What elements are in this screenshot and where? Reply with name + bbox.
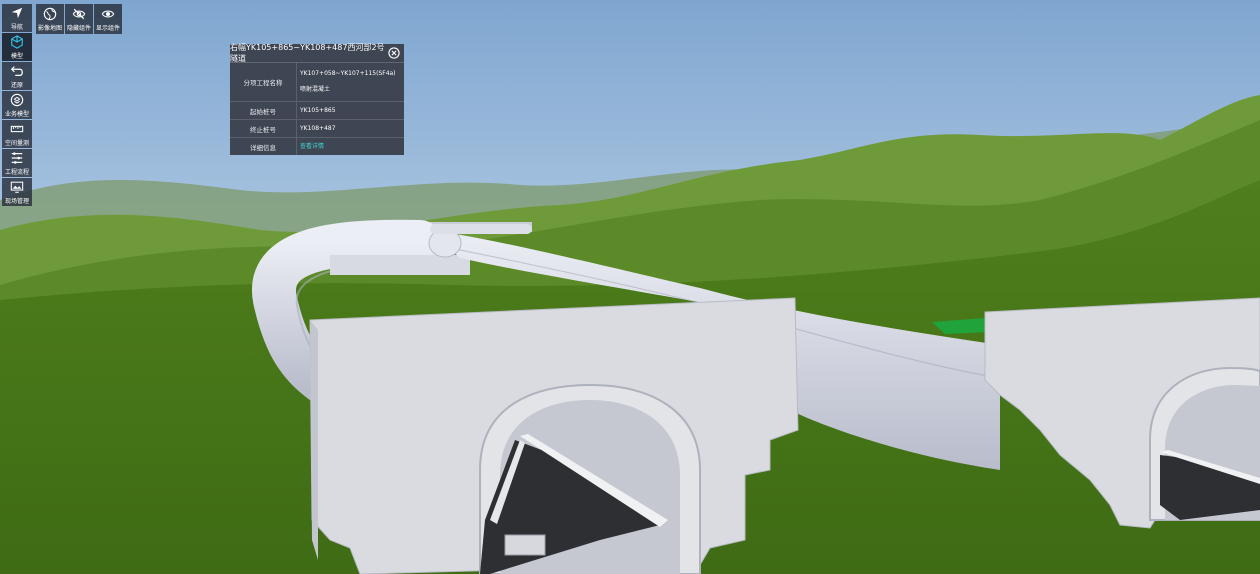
globe-icon <box>43 7 57 20</box>
toolbar-item-site[interactable]: 现场管理 <box>2 178 32 206</box>
info-row-label: 起始桩号 <box>230 102 297 119</box>
toolbar-item-label: 工程流程 <box>4 168 29 176</box>
eye-icon <box>101 10 115 17</box>
info-row-details: 详细信息 查看详情 <box>230 138 404 155</box>
toolbar-item-process[interactable]: 工程流程 <box>2 149 32 177</box>
toolbar-item-label: 模型 <box>10 52 23 60</box>
layers-icon <box>10 93 24 106</box>
info-panel-header: 右幅YK105+865~YK108+487西河部2号隧道 <box>230 43 404 63</box>
info-row-value: YK105+865 <box>300 107 336 114</box>
close-icon[interactable] <box>388 47 400 59</box>
info-row-value: YK108+487 <box>300 125 336 132</box>
toolbar-item-navigation[interactable]: 导航 <box>2 4 32 32</box>
info-panel: 右幅YK105+865~YK108+487西河部2号隧道 分项工程名称 YK10… <box>230 43 404 155</box>
ruler-icon <box>10 125 24 132</box>
rail-block-left <box>504 534 546 556</box>
toolbar-item-label: 显示组件 <box>95 24 120 32</box>
toolbar-item-business-model[interactable]: 业务模型 <box>2 91 32 119</box>
toolbar-item-measure[interactable]: 空间量测 <box>2 120 32 148</box>
info-row-label: 分项工程名称 <box>230 63 297 101</box>
info-row-label: 详细信息 <box>230 138 297 155</box>
toolbar-item-label: 空间量测 <box>4 139 29 147</box>
toolbar-item-imagery-map[interactable]: 影像地图 <box>36 4 64 34</box>
process-list-icon <box>11 151 23 164</box>
info-row-label: 终止桩号 <box>230 120 297 137</box>
toolbar-item-restore[interactable]: 还原 <box>2 62 32 90</box>
toolbar-item-hide-components[interactable]: 隐藏组件 <box>65 4 93 34</box>
view-details-link[interactable]: 查看详情 <box>300 143 324 150</box>
toolbar-item-label: 影像地图 <box>37 24 62 32</box>
top-toolbar: 影像地图 隐藏组件 显示组件 <box>36 4 122 34</box>
eye-off-icon <box>72 8 86 19</box>
toolbar-item-show-components[interactable]: 显示组件 <box>94 4 122 34</box>
left-toolbar: 导航 模型 还原 业务模型 空间量测 工程流程 现场管理 <box>2 4 32 206</box>
info-row-start-station: 起始桩号 YK105+865 <box>230 102 404 120</box>
info-row-end-station: 终止桩号 YK108+487 <box>230 120 404 138</box>
3d-viewport[interactable] <box>0 0 1260 574</box>
toolbar-item-label: 现场管理 <box>4 197 29 205</box>
info-row-subproject: 分项工程名称 YK107+058~YK107+115(SF4a)喷射混凝土 <box>230 63 404 102</box>
info-row-value: YK107+058~YK107+115(SF4a)喷射混凝土 <box>300 70 396 93</box>
info-panel-title: 右幅YK105+865~YK108+487西河部2号隧道 <box>230 43 385 63</box>
toolbar-item-label: 还原 <box>10 81 23 89</box>
toolbar-item-label: 业务模型 <box>4 110 29 118</box>
navigation-arrow-icon <box>11 7 23 18</box>
toolbar-item-label: 导航 <box>10 23 23 31</box>
cube-icon <box>11 34 23 49</box>
undo-icon <box>10 65 23 76</box>
toolbar-item-model[interactable]: 模型 <box>2 33 32 61</box>
toolbar-item-label: 隐藏组件 <box>66 24 91 32</box>
monitor-image-icon <box>10 181 24 193</box>
cross-passage <box>330 255 470 275</box>
far-tube-cap <box>430 224 532 234</box>
